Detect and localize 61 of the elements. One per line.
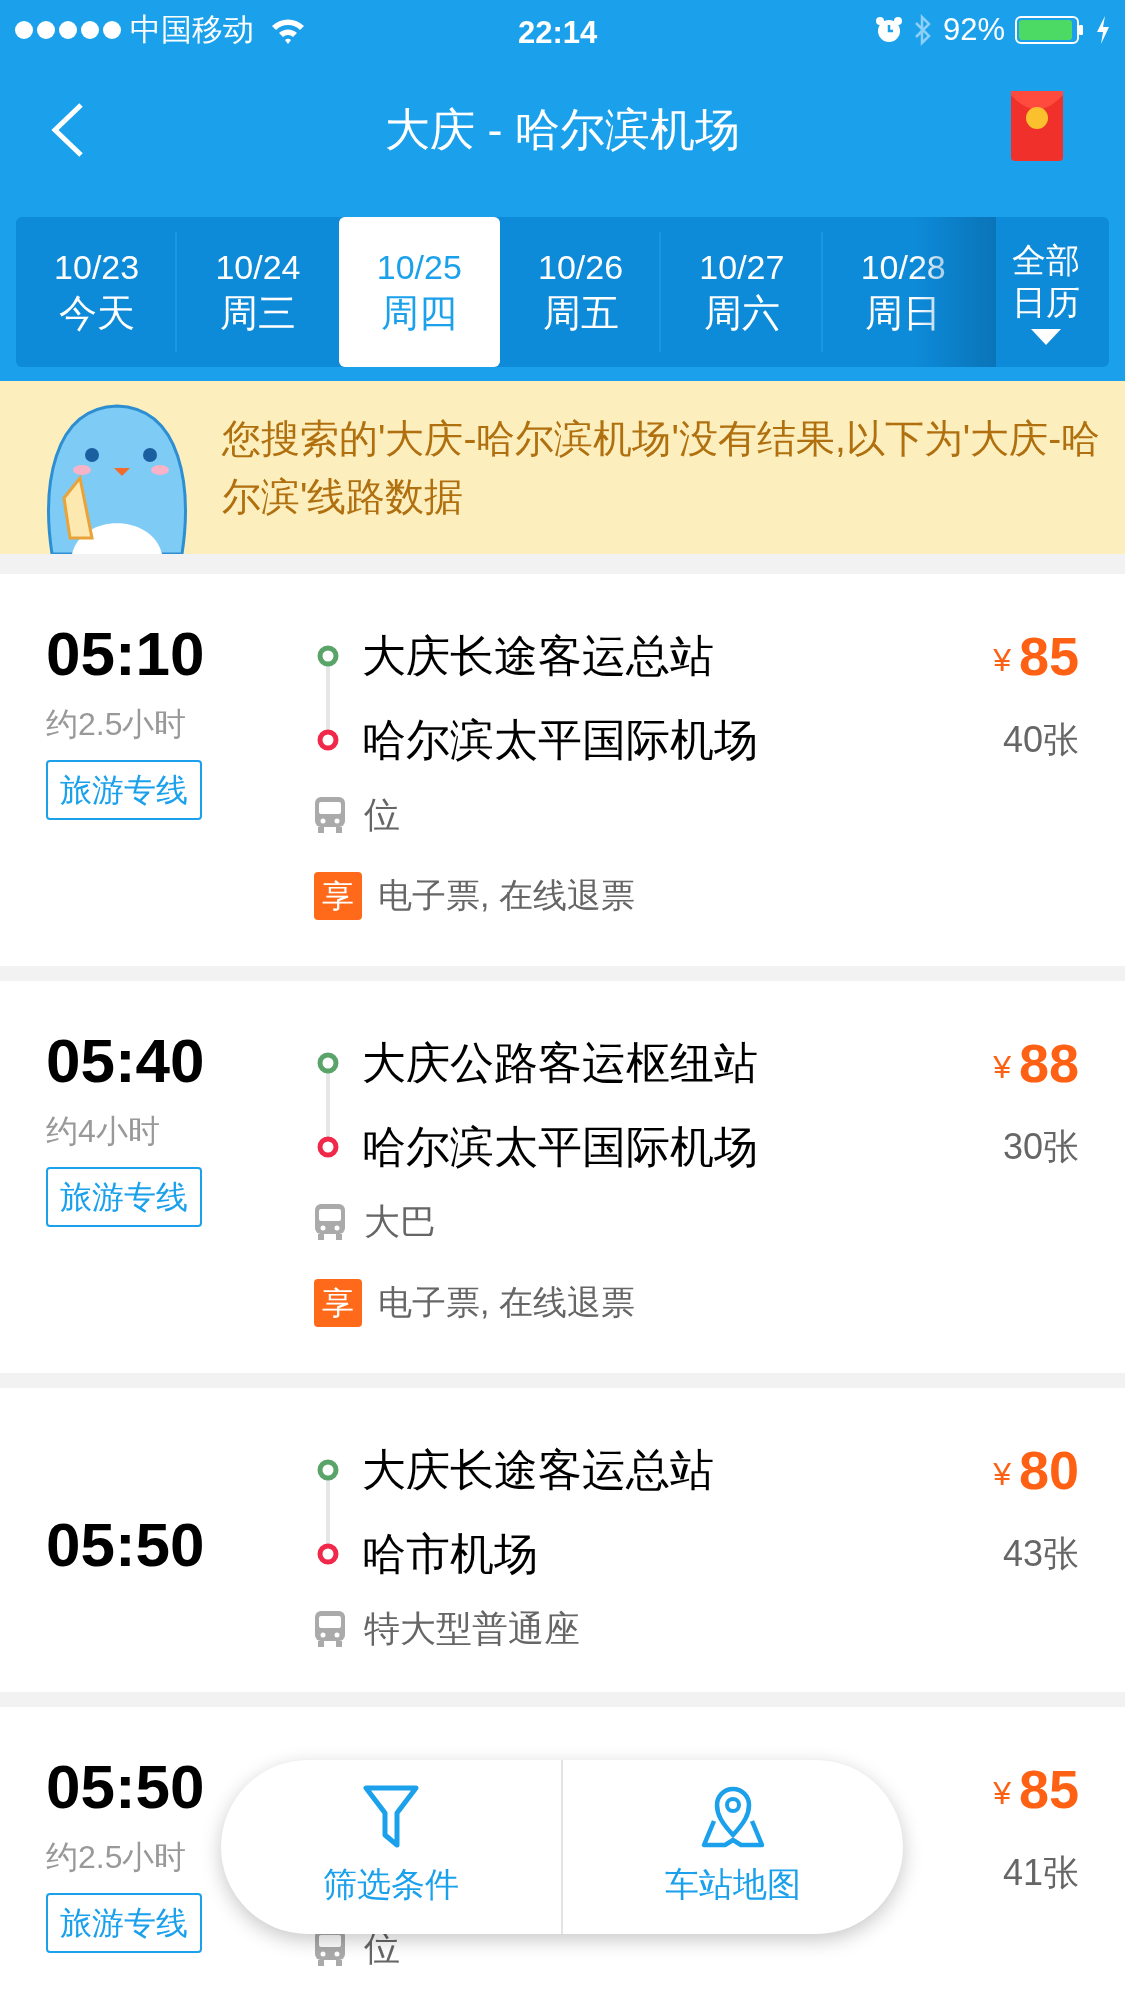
perk-badge: 享 — [314, 1278, 362, 1327]
seats-left: 41张 — [1002, 1851, 1079, 1895]
departure-station: 大庆长途客运总站 — [362, 630, 714, 682]
filter-icon — [363, 1784, 419, 1849]
ticket-price: 85 — [1018, 624, 1079, 688]
route-tag: 旅游专线 — [46, 1893, 202, 1953]
bus-type: 位 — [364, 793, 400, 837]
carrier-name: 中国移动 — [130, 10, 254, 49]
trip-duration: 约4小时 — [46, 1112, 161, 1151]
arrival-station: 哈市机场 — [362, 1528, 538, 1580]
charging-icon — [1095, 15, 1111, 45]
back-icon[interactable] — [50, 102, 84, 158]
trip-duration: 约2.5小时 — [46, 1838, 188, 1877]
station-map-button[interactable]: 车站地图 — [563, 1760, 903, 1934]
departure-station: 大庆长途客运总站 — [362, 1444, 714, 1496]
currency-symbol: ¥ — [993, 1048, 1011, 1087]
ticket-price: 85 — [1018, 1757, 1079, 1821]
departure-time: 05:10 — [46, 618, 206, 690]
battery-percent: 92% — [942, 10, 1005, 49]
bus-icon — [314, 796, 346, 834]
bus-icon — [314, 1610, 346, 1648]
currency-symbol: ¥ — [993, 1455, 1011, 1494]
route-tag: 旅游专线 — [46, 760, 202, 820]
bus-icon — [314, 1203, 346, 1241]
dropdown-icon — [1031, 329, 1062, 345]
date-tab[interactable]: 10/26 周五 — [499, 217, 662, 367]
signal-icon — [14, 20, 122, 40]
alarm-icon — [874, 16, 903, 44]
arrival-station: 哈尔滨太平国际机场 — [362, 1121, 758, 1173]
date-tab[interactable]: 10/23 今天 — [16, 217, 178, 367]
perk-text: 电子票, 在线退票 — [378, 875, 635, 916]
seats-left: 43张 — [1002, 1532, 1079, 1576]
perk-text: 电子票, 在线退票 — [378, 1282, 635, 1323]
date-tab[interactable]: 10/28 周日 — [822, 217, 984, 367]
currency-symbol: ¥ — [993, 641, 1011, 680]
date-tab[interactable]: 10/27 周六 — [661, 217, 823, 367]
ticket-price: 80 — [1018, 1438, 1079, 1502]
bus-type: 特大型普通座 — [364, 1607, 580, 1651]
arrival-station: 哈尔滨太平国际机场 — [362, 714, 758, 766]
status-time: 22:14 — [518, 14, 598, 52]
perk-badge: 享 — [314, 871, 362, 920]
ticket-price: 88 — [1018, 1031, 1079, 1095]
trip-duration: 约2.5小时 — [46, 705, 188, 744]
route-tag: 旅游专线 — [46, 1167, 202, 1227]
seats-left: 40张 — [1002, 718, 1079, 762]
bus-type: 大巴 — [364, 1200, 436, 1244]
notice-text: 您搜索的'大庆-哈尔滨机场'没有结果,以下为'大庆-哈尔滨'线路数据 — [222, 415, 1102, 520]
departure-time: 05:50 — [46, 1509, 206, 1581]
envelope-icon[interactable] — [1010, 90, 1064, 164]
departure-time: 05:50 — [46, 1751, 206, 1823]
currency-symbol: ¥ — [993, 1774, 1011, 1813]
bluetooth-icon — [912, 14, 933, 46]
map-pin-icon — [700, 1784, 766, 1849]
seats-left: 30张 — [1002, 1125, 1079, 1169]
departure-time: 05:40 — [46, 1025, 206, 1097]
calendar-button[interactable]: 全部 日历 — [983, 217, 1109, 367]
date-tab[interactable]: 10/25 周四 — [338, 217, 500, 367]
battery-icon — [1015, 15, 1085, 45]
date-tab[interactable]: 10/24 周三 — [177, 217, 339, 367]
departure-station: 大庆公路客运枢纽站 — [362, 1037, 758, 1089]
page-title: 大庆 - 哈尔滨机场 — [385, 103, 740, 158]
